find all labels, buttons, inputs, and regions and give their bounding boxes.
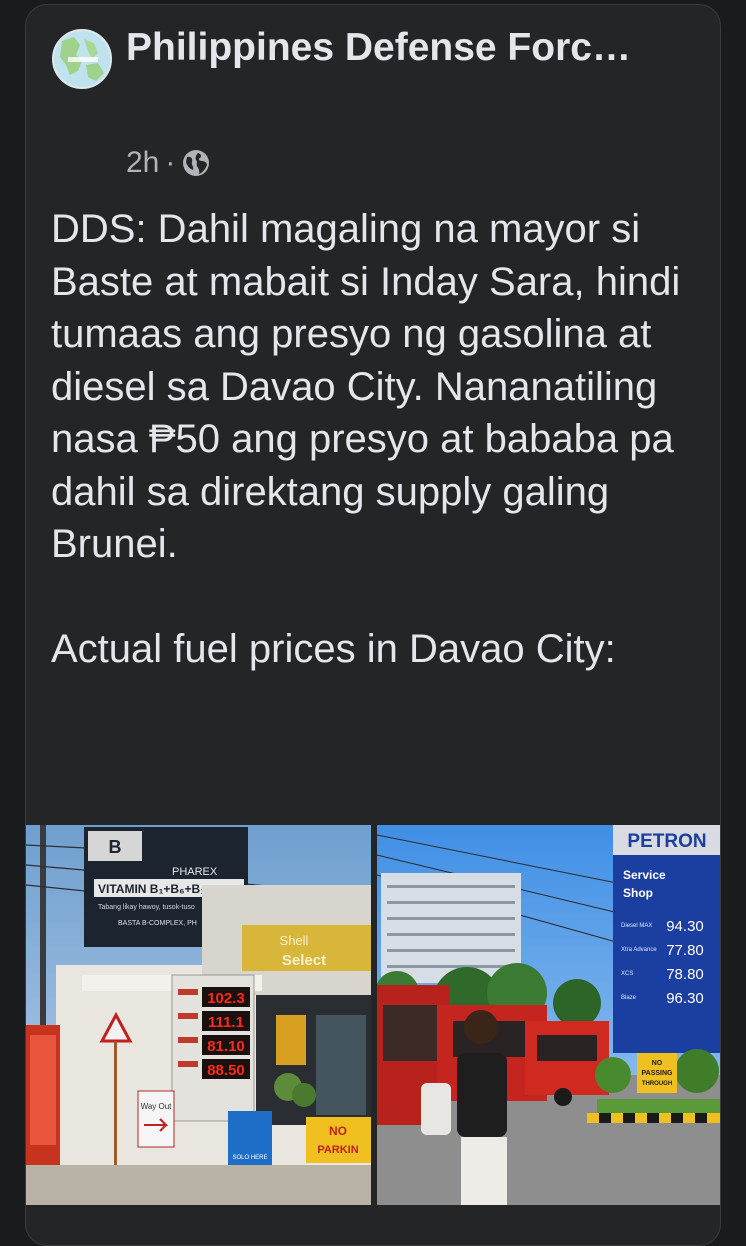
no-passing-line1: NO xyxy=(652,1060,663,1067)
shell-price-3: 81.10 xyxy=(207,1038,245,1055)
fuel-name-4: Blaze xyxy=(621,995,637,1001)
petron-price-1: 94.30 xyxy=(666,918,704,935)
petron-service-line2: Shop xyxy=(623,886,653,900)
shell-sign-line1: Shell xyxy=(280,933,309,948)
billboard-footer: BASTA B-COMPLEX, PH xyxy=(118,920,197,927)
petron-service-line1: Service xyxy=(623,868,666,882)
shell-price-1: 102.3 xyxy=(207,990,245,1007)
fuel-name-3: XCS xyxy=(621,971,633,977)
shell-sign-line2: Select xyxy=(282,952,326,969)
meta-separator: · xyxy=(165,146,176,179)
shell-price-4: 88.50 xyxy=(207,1062,245,1079)
page-avatar[interactable] xyxy=(52,29,112,89)
map-thumbnail-icon xyxy=(54,31,110,87)
petron-brand: PETRON xyxy=(627,831,706,852)
fuel-name-1: Diesel MAX xyxy=(621,923,652,929)
shell-price-2: 111.1 xyxy=(208,1014,244,1031)
billboard-tagline: Tabang likay hawoy, tusok-tuso xyxy=(98,904,195,911)
no-parking-line1: NO xyxy=(329,1124,347,1138)
petron-price-sign: PETRON Service Shop Diesel MAX Xtra Adva… xyxy=(613,825,720,1053)
page-name-link[interactable]: Philippines Defense Forc… xyxy=(126,25,686,71)
solo-sign: SOLO HERE xyxy=(232,1155,267,1161)
petron-price-3: 78.80 xyxy=(666,966,704,983)
fuel-name-2: Xtra Advance xyxy=(621,947,657,953)
post-card: Philippines Defense Forc… 2h · DDS: Dahi… xyxy=(25,4,721,1246)
billboard-brand: PHAREX xyxy=(172,866,218,878)
shell-station-photo[interactable]: B PHAREX VITAMIN B₁+B₆+B₁₂ Tabang likay … xyxy=(26,825,371,1205)
svg-text:B: B xyxy=(109,837,122,857)
post-text: DDS: Dahil magaling na mayor si Baste at… xyxy=(51,207,681,671)
petron-price-2: 77.80 xyxy=(666,942,704,959)
petron-station-photo[interactable]: PETRON Service Shop Diesel MAX Xtra Adva… xyxy=(377,825,720,1205)
no-passing-line3: THROUGH xyxy=(642,1081,672,1087)
no-passing-line2: PASSING xyxy=(642,1070,674,1077)
post-timestamp[interactable]: 2h xyxy=(126,146,159,180)
post-meta: 2h · xyxy=(126,143,211,183)
no-parking-line2: PARKIN xyxy=(317,1144,358,1156)
globe-icon[interactable] xyxy=(181,148,211,178)
way-out-sign: Way Out xyxy=(141,1102,173,1111)
billboard-product: VITAMIN B₁+B₆+B₁₂ xyxy=(98,882,211,896)
petron-price-4: 96.30 xyxy=(666,990,704,1007)
